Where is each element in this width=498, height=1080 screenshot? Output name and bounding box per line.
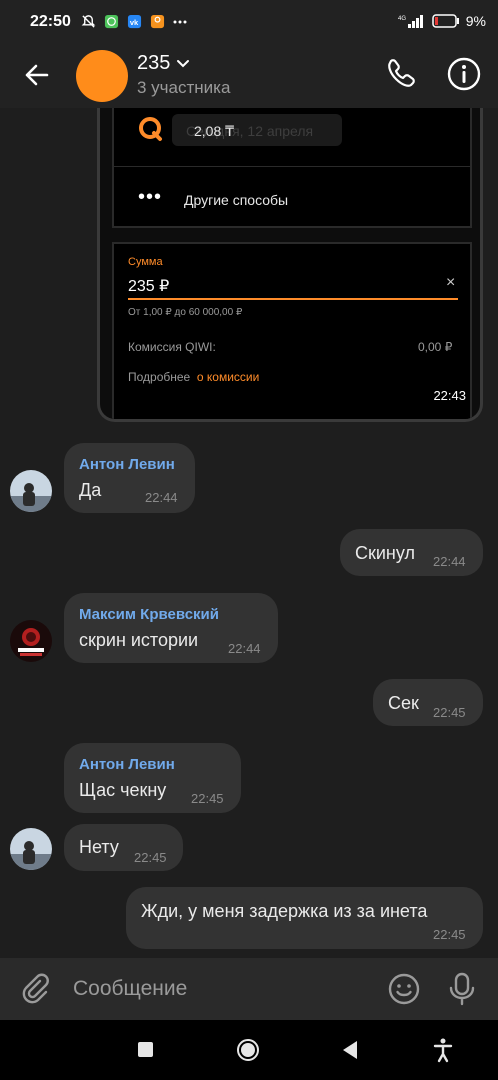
avatar-anton[interactable] (10, 470, 52, 512)
message-bubble[interactable]: Скинул 22:44 (340, 529, 483, 576)
recent-apps-icon[interactable] (138, 1042, 153, 1057)
message-time: 22:44 (433, 554, 466, 569)
clear-icon: × (446, 274, 456, 291)
status-time: 22:50 (30, 13, 71, 30)
fee-more-prefix: Подробнее (128, 370, 191, 384)
message-bubble[interactable]: Максим Крвевский скрин истории 22:44 (64, 593, 278, 663)
info-icon[interactable] (446, 56, 482, 92)
battery-percent: 9% (465, 13, 486, 29)
vk-icon: vk (126, 13, 142, 29)
sender-name[interactable]: Антон Левин (79, 756, 175, 773)
sender-name[interactable]: Антон Левин (79, 456, 175, 473)
fee-value: 0,00 ₽ (418, 340, 453, 354)
message-text: Щас чекну (79, 780, 167, 800)
sender-name[interactable]: Максим Крвевский (79, 606, 219, 623)
message-bubble[interactable]: Нету 22:45 (64, 824, 183, 871)
status-right-icons: 4G 9% (398, 13, 486, 29)
participants-count: 3 участника (137, 78, 231, 97)
avatar-maxim[interactable] (10, 620, 52, 662)
chat-header: 235 3 участника (0, 44, 498, 108)
fee-label: Комиссия QIWI: (128, 340, 216, 354)
message-time: 22:44 (145, 490, 178, 505)
more-icon (172, 13, 188, 29)
sum-range: От 1,00 ₽ до 60 000,00 ₽ (128, 307, 243, 318)
divider (114, 166, 470, 167)
fee-more: Подробнее о комиссии (128, 370, 259, 384)
other-methods-label: Другие способы (184, 192, 289, 208)
message-composer: Сообщение (0, 958, 498, 1020)
home-icon[interactable] (236, 1038, 260, 1062)
nav-back-icon[interactable] (342, 1040, 358, 1060)
accessibility-icon[interactable] (432, 1037, 454, 1063)
svg-text:vk: vk (129, 17, 138, 26)
battery-icon (432, 14, 459, 28)
chat-title-text: 235 (137, 52, 171, 74)
network-type: 4G (398, 16, 406, 22)
payment-form-panel: Сумма 235 ₽ × От 1,00 ₽ до 60 000,00 ₽ К… (112, 242, 472, 419)
sum-label: Сумма (128, 256, 163, 268)
back-arrow-icon[interactable] (20, 58, 54, 92)
message-text: Жди, у меня задержка из за инета (141, 901, 428, 921)
attach-clip-icon[interactable] (20, 973, 52, 1005)
message-time: 22:45 (433, 927, 466, 942)
method-amount: 2,08 ₸ (194, 123, 235, 139)
microphone-icon[interactable] (446, 971, 478, 1007)
mute-bell-icon (80, 13, 96, 29)
shared-screenshot[interactable]: Сегодня, 12 апреля 2,08 ₸ ••• Другие спо… (97, 108, 483, 422)
message-input[interactable]: Сообщение (73, 977, 187, 1001)
emoji-icon[interactable] (387, 972, 421, 1006)
message-text: Сек (388, 693, 419, 713)
sum-value: 235 ₽ (128, 278, 170, 295)
message-time: 22:45 (191, 791, 224, 806)
chevron-down-icon (177, 59, 190, 67)
message-time: 22:45 (433, 705, 466, 720)
chat-title[interactable]: 235 (137, 52, 190, 75)
payment-methods-panel: Сегодня, 12 апреля 2,08 ₸ ••• Другие спо… (112, 108, 472, 228)
fee-more-link: о комиссии (196, 370, 260, 384)
phone-call-icon[interactable] (383, 57, 417, 91)
message-bubble[interactable]: Антон Левин Щас чекну 22:45 (64, 743, 241, 813)
message-bubble[interactable]: Антон Левин Да 22:44 (64, 443, 195, 513)
message-text: Скинул (355, 543, 415, 563)
message-time: 22:43 (433, 388, 466, 403)
qiwi-logo-icon (139, 117, 162, 141)
status-notification-icons: vk (80, 13, 188, 29)
system-nav-bar (0, 1020, 498, 1080)
message-bubble[interactable]: Сек 22:45 (373, 679, 483, 726)
chat-avatar[interactable] (76, 50, 128, 102)
whatsapp-icon (103, 13, 119, 29)
avatar-anton[interactable] (10, 828, 52, 870)
message-text: Да (79, 480, 102, 500)
ok-icon (149, 13, 165, 29)
message-time: 22:45 (134, 850, 167, 865)
status-bar: 22:50 vk 4G 9% (0, 0, 498, 44)
more-dots-icon: ••• (138, 186, 163, 208)
message-text: скрин истории (79, 630, 199, 650)
input-underline (128, 298, 458, 300)
message-bubble[interactable]: Жди, у меня задержка из за инета 22:45 (126, 887, 483, 949)
signal-icon: 4G (398, 15, 423, 28)
message-text: Нету (79, 837, 119, 857)
message-time: 22:44 (228, 641, 261, 656)
